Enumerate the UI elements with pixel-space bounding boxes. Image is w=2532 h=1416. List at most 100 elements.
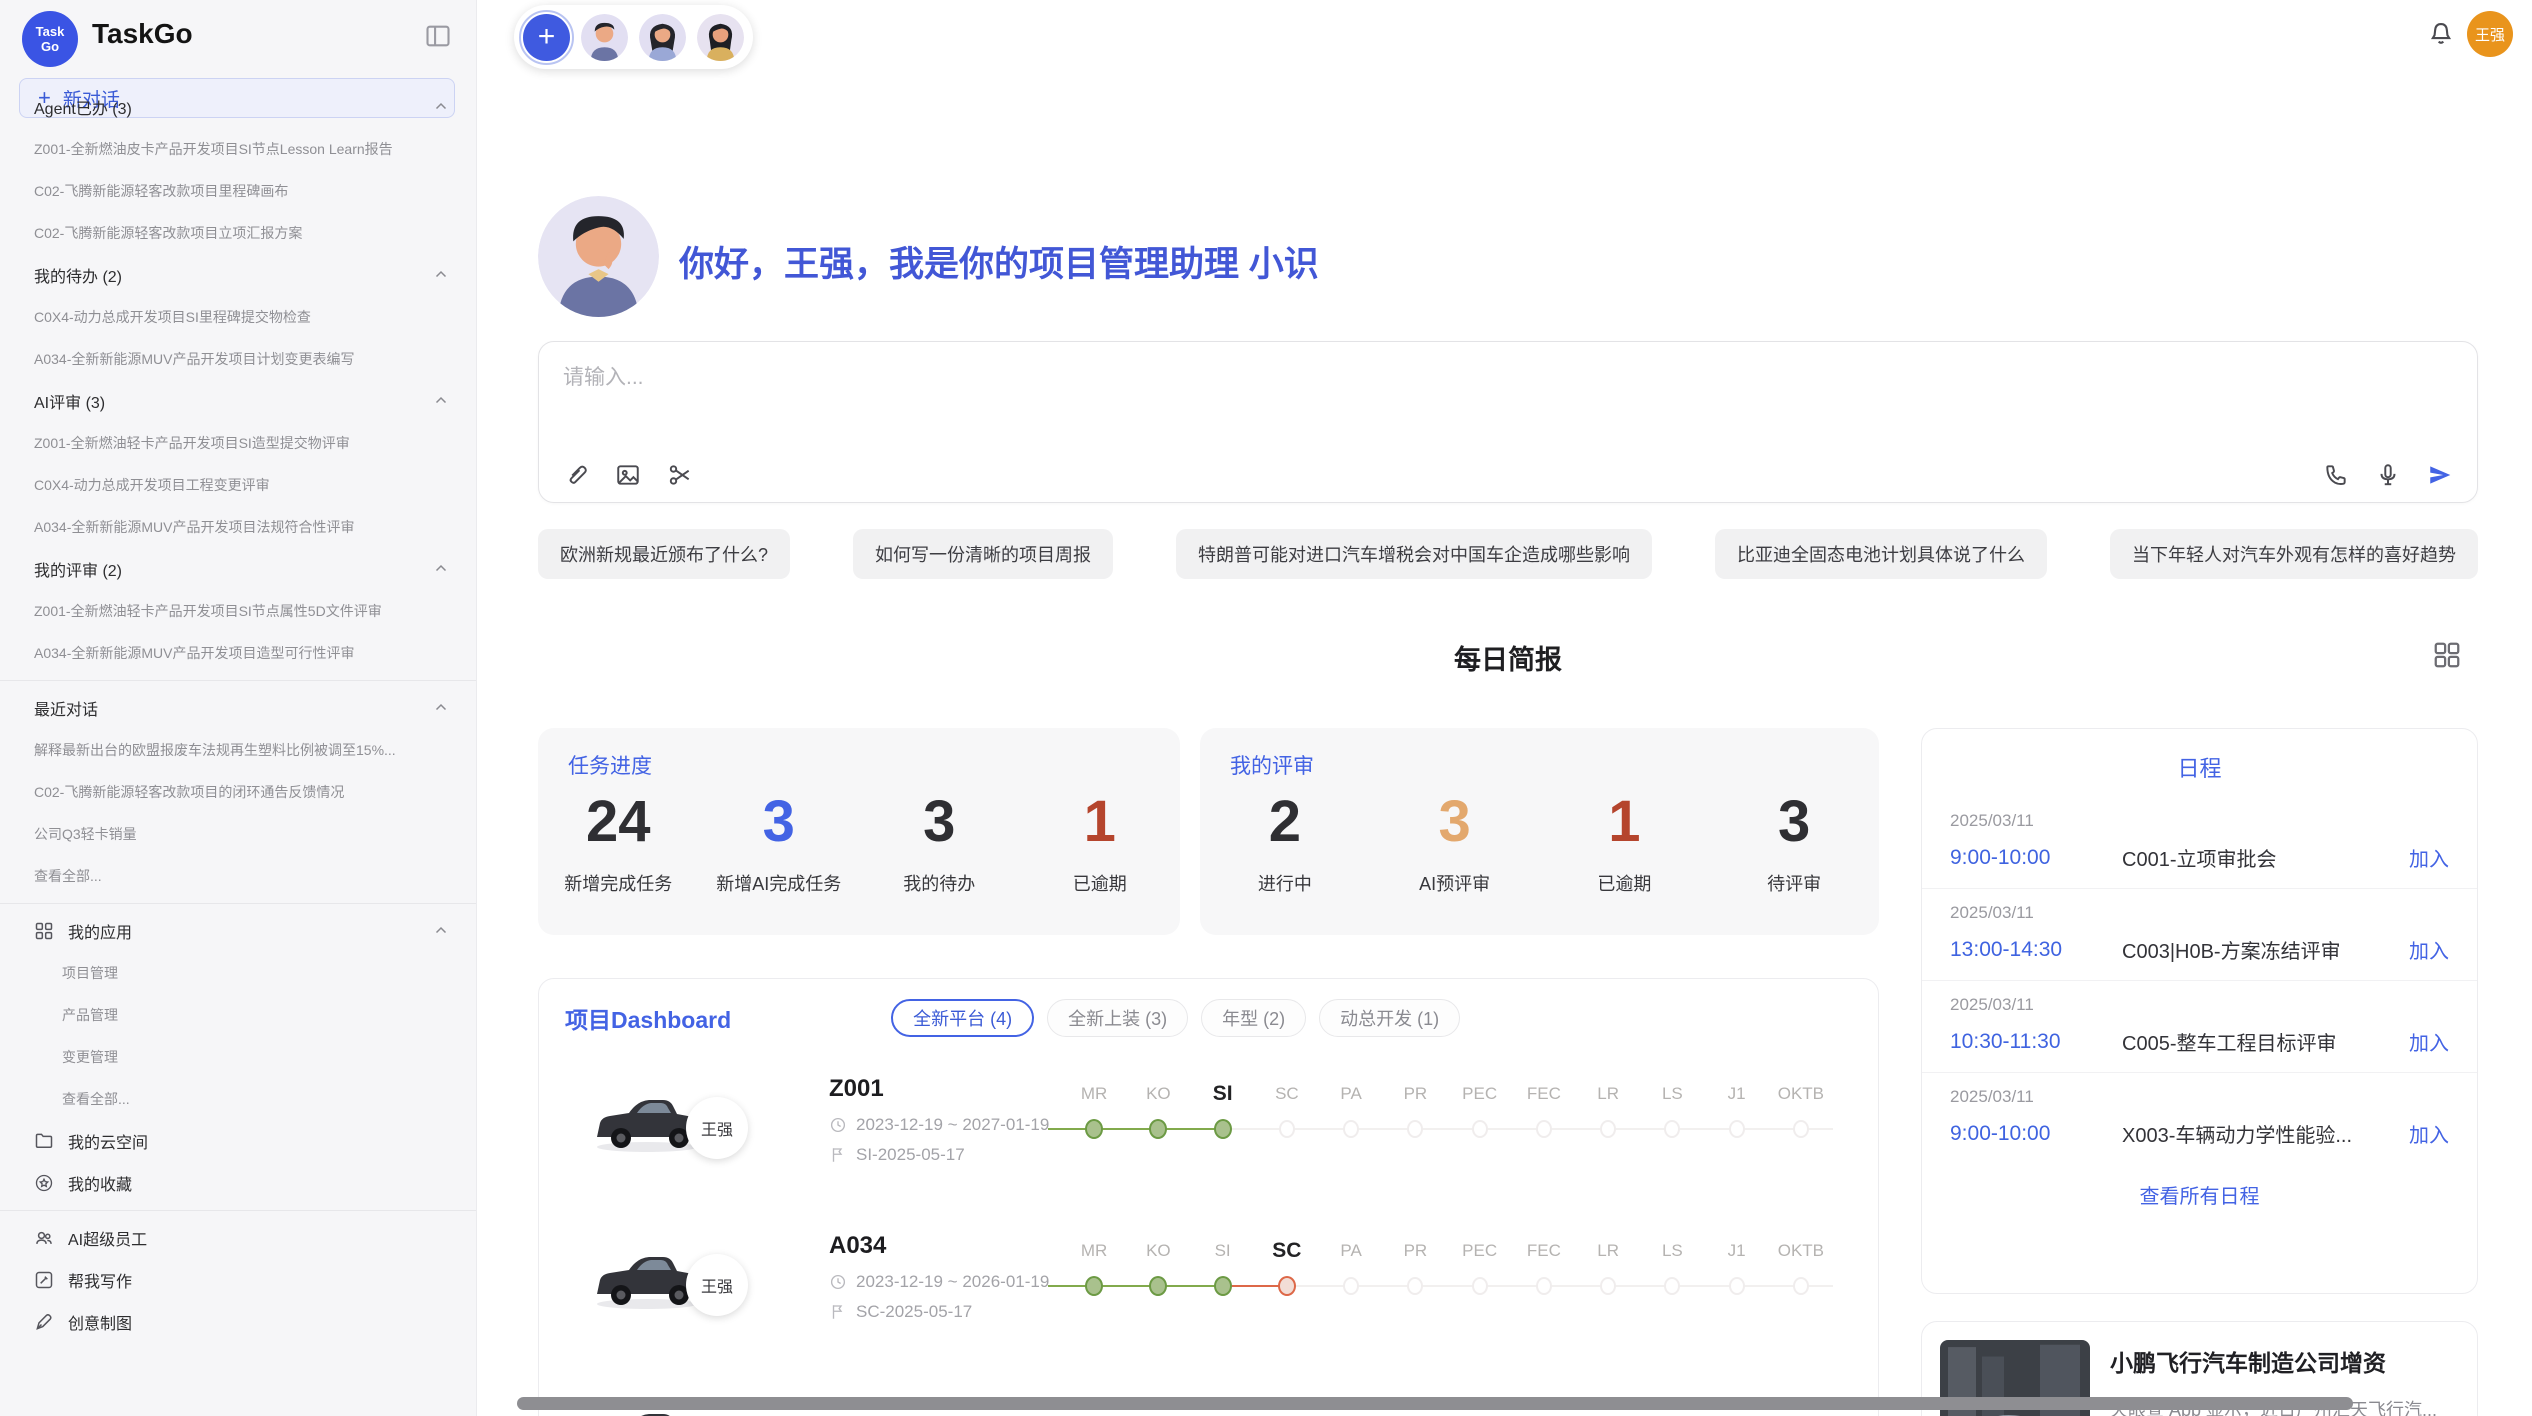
section-header-my-review[interactable]: 我的评审 (2) (0, 548, 476, 590)
milestone-dot (1407, 1120, 1423, 1138)
sidebar-item-creative-drawing[interactable]: 创意制图 (0, 1301, 476, 1343)
sidebar-item[interactable]: Z001-全新燃油皮卡产品开发项目SI节点Lesson Learn报告 (0, 128, 476, 170)
user-avatar[interactable]: 王强 (2467, 11, 2513, 57)
project-row[interactable]: 王强 A034 2023-12-19 ~ 2026-01-19 SC-2025-… (539, 1230, 1879, 1387)
agent-avatar[interactable] (639, 14, 686, 61)
section-header-agent-done[interactable]: Agent已办 (3) (0, 86, 476, 128)
sidebar-item[interactable]: 公司Q3轻卡销量 (0, 813, 476, 855)
section-header-recent-chats[interactable]: 最近对话 (0, 687, 476, 729)
tab-new-body[interactable]: 全新上装 (3) (1047, 999, 1188, 1037)
sidebar-collapse-icon[interactable] (424, 22, 452, 50)
event-date: 2025/03/11 (1950, 995, 2449, 1015)
milestone-label: MR (1062, 1079, 1126, 1109)
sidebar-item[interactable]: Z001-全新燃油轻卡产品开发项目SI造型提交物评审 (0, 422, 476, 464)
milestone-dot (1407, 1277, 1423, 1295)
sidebar-item-ai-super-staff[interactable]: AI超级员工 (0, 1217, 476, 1259)
view-all-schedule-link[interactable]: 查看所有日程 (1922, 1180, 2477, 1209)
milestone-dot (1536, 1277, 1552, 1295)
pen-icon (34, 1312, 54, 1332)
notifications-bell-icon[interactable] (2427, 20, 2455, 48)
suggestion-chip[interactable]: 特朗普可能对进口汽车增税会对中国车企造成哪些影响 (1176, 529, 1652, 579)
section-header-my-todo[interactable]: 我的待办 (2) (0, 254, 476, 296)
card-title: 任务进度 (568, 750, 652, 780)
sidebar-item-favorites[interactable]: 我的收藏 (0, 1162, 476, 1204)
paperclip-icon[interactable] (563, 462, 589, 488)
chat-input[interactable] (563, 360, 1763, 396)
phone-icon[interactable] (2323, 462, 2349, 488)
milestone-dot (1279, 1120, 1295, 1138)
join-button[interactable]: 加入 (2409, 1119, 2449, 1148)
sidebar-item[interactable]: C02-飞腾新能源轻客改款项目立项汇报方案 (0, 212, 476, 254)
image-icon[interactable] (615, 462, 641, 488)
sidebar-item[interactable]: C0X4-动力总成开发项目SI里程碑提交物检查 (0, 296, 476, 338)
sidebar-item-help-me-write[interactable]: 帮我写作 (0, 1259, 476, 1301)
join-button[interactable]: 加入 (2409, 935, 2449, 964)
sidebar-item[interactable]: 解释最新出台的欧盟报废车法规再生塑料比例被调至15%... (0, 729, 476, 771)
sidebar-item[interactable]: C02-飞腾新能源轻客改款项目里程碑画布 (0, 170, 476, 212)
tab-powertrain[interactable]: 动总开发 (1) (1319, 999, 1460, 1037)
milestone-label: FEC (1512, 1236, 1576, 1266)
milestone-label: PA (1319, 1079, 1383, 1109)
event-date: 2025/03/11 (1950, 903, 2449, 923)
schedule-title: 日程 (1922, 751, 2477, 783)
chevron-up-icon (432, 922, 450, 940)
sidebar-item[interactable]: C0X4-动力总成开发项目工程变更评审 (0, 464, 476, 506)
event-time: 13:00-14:30 (1950, 938, 2122, 962)
chevron-up-icon (432, 560, 450, 578)
project-flag-date: SC-2025-05-17 (856, 1302, 972, 1322)
project-owner-badge: 王强 (686, 1097, 748, 1159)
clock-icon (829, 1116, 847, 1134)
send-icon[interactable] (2427, 462, 2453, 488)
milestone-label: LR (1576, 1236, 1640, 1266)
stat-new-done: 24 新增完成任务 (538, 790, 699, 896)
event-title: C005-整车工程目标评审 (2122, 1027, 2409, 1056)
sidebar-item[interactable]: A034-全新新能源MUV产品开发项目计划变更表编写 (0, 338, 476, 380)
suggestion-chip[interactable]: 如何写一份清晰的项目周报 (853, 529, 1113, 579)
suggestion-chip[interactable]: 欧洲新规最近颁布了什么? (538, 529, 790, 579)
join-button[interactable]: 加入 (2409, 1027, 2449, 1056)
stat-in-progress: 2 进行中 (1200, 790, 1370, 896)
sidebar-item-cloud-space[interactable]: 我的云空间 (0, 1120, 476, 1162)
tab-year-model[interactable]: 年型 (2) (1201, 999, 1306, 1037)
suggestion-chip[interactable]: 当下年轻人对汽车外观有怎样的喜好趋势 (2110, 529, 2478, 579)
milestone-timeline: MR KO SI SC PA PR PEC FEC LR LS J1 OKTB (1062, 1079, 1833, 1143)
sidebar-item-view-all-apps[interactable]: 查看全部... (0, 1078, 476, 1120)
scissors-icon[interactable] (667, 462, 693, 488)
tab-all-new-platform[interactable]: 全新平台 (4) (891, 999, 1034, 1037)
horizontal-scrollbar[interactable] (517, 1397, 2353, 1410)
milestone-dot (1729, 1277, 1745, 1295)
sidebar-item-view-all[interactable]: 查看全部... (0, 855, 476, 897)
sidebar-item-project-mgmt[interactable]: 项目管理 (0, 952, 476, 994)
clock-icon (829, 1273, 847, 1291)
folder-icon (34, 1131, 54, 1151)
milestone-dot (1149, 1119, 1167, 1139)
section-header-ai-review[interactable]: AI评审 (3) (0, 380, 476, 422)
sidebar-item[interactable]: A034-全新新能源MUV产品开发项目法规符合性评审 (0, 506, 476, 548)
dashboard-tabs: 全新平台 (4) 全新上装 (3) 年型 (2) 动总开发 (1) (891, 999, 1460, 1037)
milestone-label: LR (1576, 1079, 1640, 1109)
agent-avatar[interactable] (581, 14, 628, 61)
project-row[interactable]: 王强 Z001 2023-12-19 ~ 2027-01-19 SI-2025-… (539, 1073, 1879, 1230)
sidebar-item[interactable]: Z001-全新燃油轻卡产品开发项目SI节点属性5D文件评审 (0, 590, 476, 632)
sidebar-item-my-apps[interactable]: 我的应用 (0, 910, 476, 952)
microphone-icon[interactable] (2375, 462, 2401, 488)
suggestion-chip[interactable]: 比亚迪全固态电池计划具体说了什么 (1715, 529, 2047, 579)
flag-icon (829, 1303, 847, 1321)
milestone-label: KO (1126, 1079, 1190, 1109)
layout-grid-icon[interactable] (2432, 640, 2462, 670)
sidebar-item[interactable]: C02-飞腾新能源轻客改款项目的闭环通告反馈情况 (0, 771, 476, 813)
milestone-label: LS (1640, 1079, 1704, 1109)
star-badge-icon (34, 1173, 54, 1193)
add-conversation-button[interactable]: + (523, 14, 570, 61)
sidebar-item[interactable]: A034-全新新能源MUV产品开发项目造型可行性评审 (0, 632, 476, 674)
sidebar-item-product-mgmt[interactable]: 产品管理 (0, 994, 476, 1036)
milestone-dot (1343, 1277, 1359, 1295)
app-logo: Task Go (22, 11, 78, 67)
milestone-dot (1085, 1276, 1103, 1296)
join-button[interactable]: 加入 (2409, 843, 2449, 872)
agent-avatar[interactable] (697, 14, 744, 61)
flag-icon (829, 1146, 847, 1164)
milestone-label: MR (1062, 1236, 1126, 1266)
sidebar-item-change-mgmt[interactable]: 变更管理 (0, 1036, 476, 1078)
event-time: 9:00-10:00 (1950, 846, 2122, 870)
